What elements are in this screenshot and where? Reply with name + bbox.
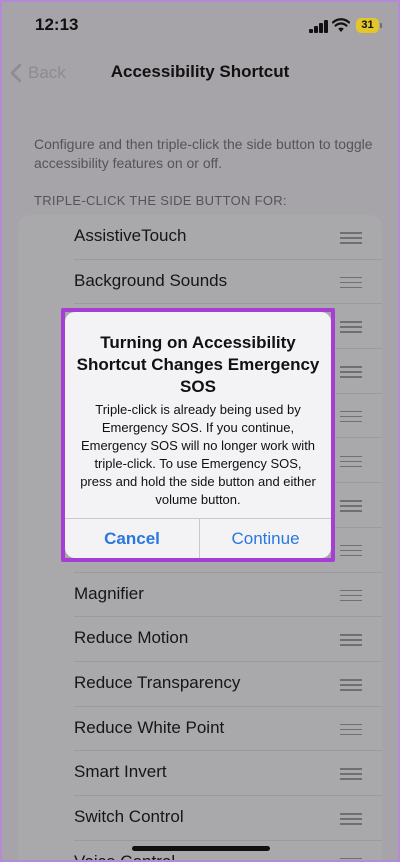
highlight-box — [61, 308, 335, 562]
list-item[interactable]: Switch Control — [18, 796, 382, 841]
reorder-grip-icon[interactable] — [340, 634, 362, 646]
list-item-label: Switch Control — [74, 807, 184, 827]
status-time: 12:13 — [35, 15, 79, 34]
reorder-grip-icon[interactable] — [340, 768, 362, 780]
reorder-grip-icon[interactable] — [340, 321, 362, 333]
list-item-label: Magnifier — [74, 583, 144, 603]
list-item-label: Smart Invert — [74, 762, 167, 782]
reorder-grip-icon[interactable] — [340, 723, 362, 736]
list-item[interactable]: Smart Invert — [18, 751, 382, 797]
reorder-grip-icon[interactable] — [340, 500, 362, 512]
list-item[interactable]: Voice Control — [18, 841, 382, 862]
reorder-grip-icon[interactable] — [340, 544, 362, 557]
list-item[interactable]: AssistiveTouch — [18, 215, 382, 260]
reorder-grip-icon[interactable] — [340, 366, 362, 378]
section-header: TRIPLE-CLICK THE SIDE BUTTON FOR: — [34, 193, 287, 208]
description-text: Configure and then triple-click the side… — [34, 136, 373, 171]
list-item-label: Reduce Transparency — [74, 673, 241, 692]
list-item-label: Background Sounds — [74, 270, 228, 290]
list-item[interactable]: Reduce Motion — [18, 617, 382, 662]
screen: 12:13 31 Back Accessibility Shortcut Con… — [0, 0, 400, 862]
reorder-grip-icon[interactable] — [340, 679, 362, 691]
battery-tip — [380, 23, 382, 28]
reorder-grip-icon[interactable] — [340, 455, 362, 468]
signal-icon — [309, 20, 329, 33]
reorder-grip-icon[interactable] — [340, 232, 362, 244]
list-item[interactable]: Background Sounds — [18, 260, 382, 305]
list-item-label: Voice Control — [74, 851, 176, 862]
reorder-grip-icon[interactable] — [340, 410, 362, 423]
reorder-grip-icon[interactable] — [340, 276, 362, 289]
list-item-label: AssistiveTouch — [74, 226, 187, 245]
list-item[interactable]: Magnifier — [18, 573, 382, 618]
list-item-label: Reduce Motion — [74, 628, 189, 648]
reorder-grip-icon[interactable] — [340, 813, 362, 825]
wifi-icon — [332, 18, 350, 32]
reorder-grip-icon[interactable] — [340, 857, 362, 862]
status-bar: 12:13 31 — [0, 0, 400, 52]
list-item[interactable]: Reduce White Point — [18, 707, 382, 752]
list-item[interactable]: Reduce Transparency — [18, 662, 382, 707]
battery-icon: 31 — [356, 18, 379, 33]
page-title: Accessibility Shortcut — [110, 62, 290, 81]
reorder-grip-icon[interactable] — [340, 589, 362, 602]
home-indicator[interactable] — [132, 846, 270, 851]
list-item-label: Reduce White Point — [74, 717, 225, 737]
